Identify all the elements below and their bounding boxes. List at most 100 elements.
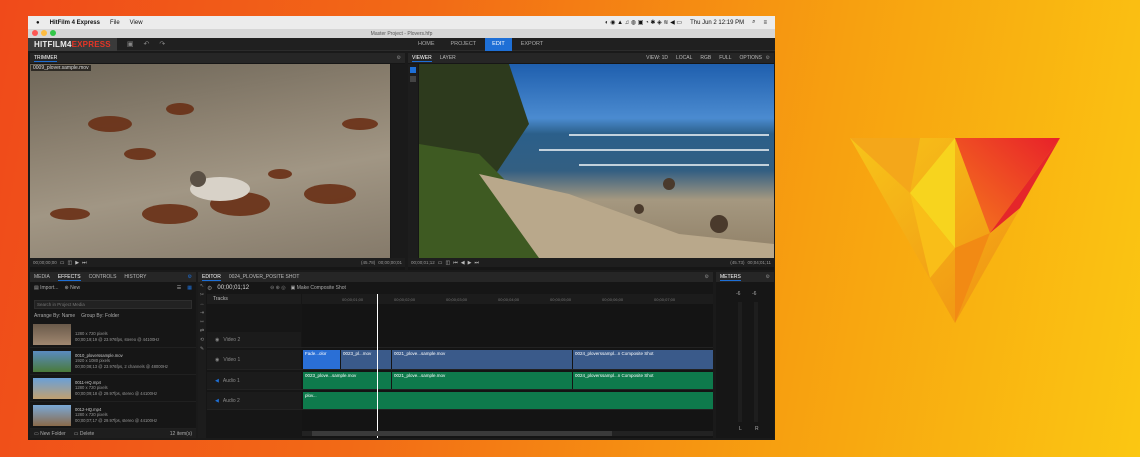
pen-tool-icon[interactable]: ✎ [198, 345, 206, 354]
gear-icon[interactable]: ⚙ [766, 274, 770, 280]
tab-controls[interactable]: CONTROLS [89, 274, 117, 280]
select-tool-icon[interactable]: ↖ [198, 282, 206, 291]
save-icon[interactable]: ▣ [127, 40, 134, 48]
gear-icon[interactable]: ⚙ [397, 55, 401, 61]
skip-end-icon[interactable]: ⏭ [474, 260, 479, 266]
monitor-icon[interactable]: ▭ [60, 260, 65, 266]
new-button[interactable]: ⊕ New [64, 285, 80, 291]
list-item[interactable]: 0012-HQ.mp4 1280 x 720 pixels 00;00;07;17 … [30, 402, 196, 429]
trimmer-video[interactable]: 0009_plover.sample.mov [30, 64, 390, 258]
tab-history[interactable]: HISTORY [124, 274, 146, 280]
delete-button[interactable]: ▭ Delete [74, 431, 95, 437]
menubar-clock[interactable]: Thu Jun 2 12:19 PM [690, 20, 744, 26]
redo-icon[interactable]: ↷ [159, 40, 165, 48]
new-folder-button[interactable]: ▭ New Folder [34, 431, 66, 437]
slice-tool-icon[interactable]: ✂ [198, 291, 206, 300]
zoom-controls[interactable]: ⊖ ⊕ ◎ [270, 285, 286, 291]
speaker-icon[interactable]: ◀ [215, 378, 219, 384]
clip-0023[interactable]: 0023_pl...mov [341, 350, 391, 369]
snapshot-icon[interactable]: ◫ [68, 260, 73, 266]
play-icon[interactable]: ▶ [75, 260, 79, 266]
tab-composite-shot[interactable]: 0024_PLOVER_POSITE SHOT [229, 274, 300, 280]
nav-project[interactable]: PROJECT [444, 38, 484, 51]
tab-viewer[interactable]: VIEWER [412, 55, 432, 62]
tracks-header: Tracks [207, 294, 301, 304]
hand-tool-icon[interactable] [410, 76, 416, 82]
play-icon[interactable]: ▶ [468, 260, 472, 266]
tab-media[interactable]: MEDIA [34, 274, 50, 280]
make-composite-button[interactable]: ▣ Make Composite Shot [291, 285, 346, 291]
step-back-icon[interactable]: ◀ [461, 260, 465, 266]
group-select[interactable]: Group By: Folder [81, 313, 119, 319]
list-item[interactable]: 0010_ploverssample.mov 1920 x 1080 pixels… [30, 348, 196, 375]
trimmer-panel: TRIMMER ⚙ 0009_plover.sample.mov 00;00;00… [30, 53, 405, 270]
slide-tool-icon[interactable]: ⇄ [198, 327, 206, 336]
viewer-video[interactable] [419, 64, 774, 258]
select-tool-icon[interactable] [410, 67, 416, 73]
gear-icon[interactable]: ⚙ [766, 55, 770, 61]
zoom-icon[interactable] [50, 30, 56, 36]
nav-home[interactable]: HOME [411, 38, 442, 51]
monitor-icon[interactable]: ▭ [438, 260, 443, 266]
playhead[interactable] [377, 294, 378, 438]
snapshot-icon[interactable]: ◫ [446, 260, 451, 266]
slip-tool-icon[interactable]: ↔ [198, 300, 206, 309]
speaker-icon[interactable]: ◀ [215, 398, 219, 404]
list-item[interactable]: 0011-HQ.mp4 1280 x 720 pixels 00;00;09;18 … [30, 375, 196, 402]
nav-export[interactable]: EXPORT [514, 38, 551, 51]
timeline-scrollbar[interactable] [302, 431, 713, 436]
clip-0024[interactable]: 0024_ploverssampl...n Composite Shot [573, 350, 713, 369]
apple-icon[interactable]: ● [36, 20, 40, 26]
tab-layer[interactable]: LAYER [440, 55, 456, 61]
eye-icon[interactable]: ◉ [215, 337, 219, 343]
options-menu[interactable]: OPTIONS [739, 55, 762, 61]
rgb-option[interactable]: RGB [700, 55, 711, 61]
track-label: Video 2 [223, 336, 241, 343]
clip-fade[interactable]: Fade...olor [303, 350, 340, 369]
list-view-icon[interactable]: ☰ [177, 285, 181, 291]
timecode-gear-icon[interactable]: ⚙ [207, 285, 212, 292]
tab-effects[interactable]: EFFECTS [57, 274, 81, 281]
timeline-ruler[interactable]: 00;00;01;00 00;00;02;00 00;00;03;00 00;0… [302, 294, 713, 304]
rate-tool-icon[interactable]: ⟲ [198, 336, 206, 345]
trimmer-zoom[interactable]: (45.78) [361, 260, 375, 265]
import-button[interactable]: ▤ Import... [34, 285, 58, 291]
menu-view[interactable]: View [130, 20, 143, 26]
full-option[interactable]: FULL [719, 55, 731, 61]
undo-icon[interactable]: ↶ [143, 40, 149, 48]
menubar-app-name[interactable]: HitFilm 4 Express [50, 20, 100, 26]
ripple-tool-icon[interactable]: ⇥ [198, 309, 206, 318]
search-icon[interactable]: ⌕ [752, 19, 755, 26]
arrange-select[interactable]: Arrange By: Name [34, 313, 75, 319]
skip-start-icon[interactable]: ⏮ [453, 260, 458, 266]
media-search-input[interactable] [34, 300, 192, 309]
skip-end-icon[interactable]: ⏭ [82, 260, 87, 266]
meter-right [754, 302, 758, 422]
gear-icon[interactable]: ⚙ [705, 274, 709, 280]
clip-audio-0021[interactable]: 0021_plove...sample.mov [392, 372, 572, 389]
roll-tool-icon[interactable]: ⇿ [198, 318, 206, 327]
clip-0021[interactable]: 0021_plove...sample.mov [392, 350, 572, 369]
list-icon[interactable]: ≡ [763, 20, 767, 26]
app-logo: HITFILM4EXPRESS [28, 37, 117, 51]
viewer-zoom[interactable]: (45.73) [730, 260, 744, 265]
minimize-icon[interactable] [41, 30, 47, 36]
local-option[interactable]: LOCAL [676, 55, 692, 61]
close-icon[interactable] [32, 30, 38, 36]
tab-editor[interactable]: EDITOR [202, 274, 221, 281]
gear-icon[interactable]: ⚙ [188, 274, 192, 280]
view-option[interactable]: VIEW: 1D [646, 55, 668, 61]
nav-edit[interactable]: EDIT [485, 37, 512, 51]
status-icons[interactable]: ◐ ◉ ▲ ♫ ◍ ▣ ◔ ✱ ◈ ≋ ◀ ▭ [605, 19, 682, 26]
clip-audio-plov[interactable]: plov... [303, 392, 713, 409]
meter-left [738, 302, 742, 422]
menu-file[interactable]: File [110, 20, 120, 26]
editor-timecode[interactable]: 00;00;01;12 [217, 285, 249, 291]
clip-audio-0024[interactable]: 0024_ploverssampl...n Composite Shot [573, 372, 713, 389]
grid-view-icon[interactable]: ▦ [187, 285, 192, 291]
eye-icon[interactable]: ◉ [215, 357, 219, 363]
meters-panel: METERS ⚙ -6 -6 L R [716, 272, 774, 438]
window-title: Master Project - Plovers.hfp [370, 30, 433, 37]
track-video-1: ◉ Video 1 Fade...olor 0023_pl...mov 0021_… [207, 350, 713, 370]
list-item[interactable]: 1280 x 720 pixels 00;00;19;19 @ 23.976fps… [30, 321, 196, 348]
